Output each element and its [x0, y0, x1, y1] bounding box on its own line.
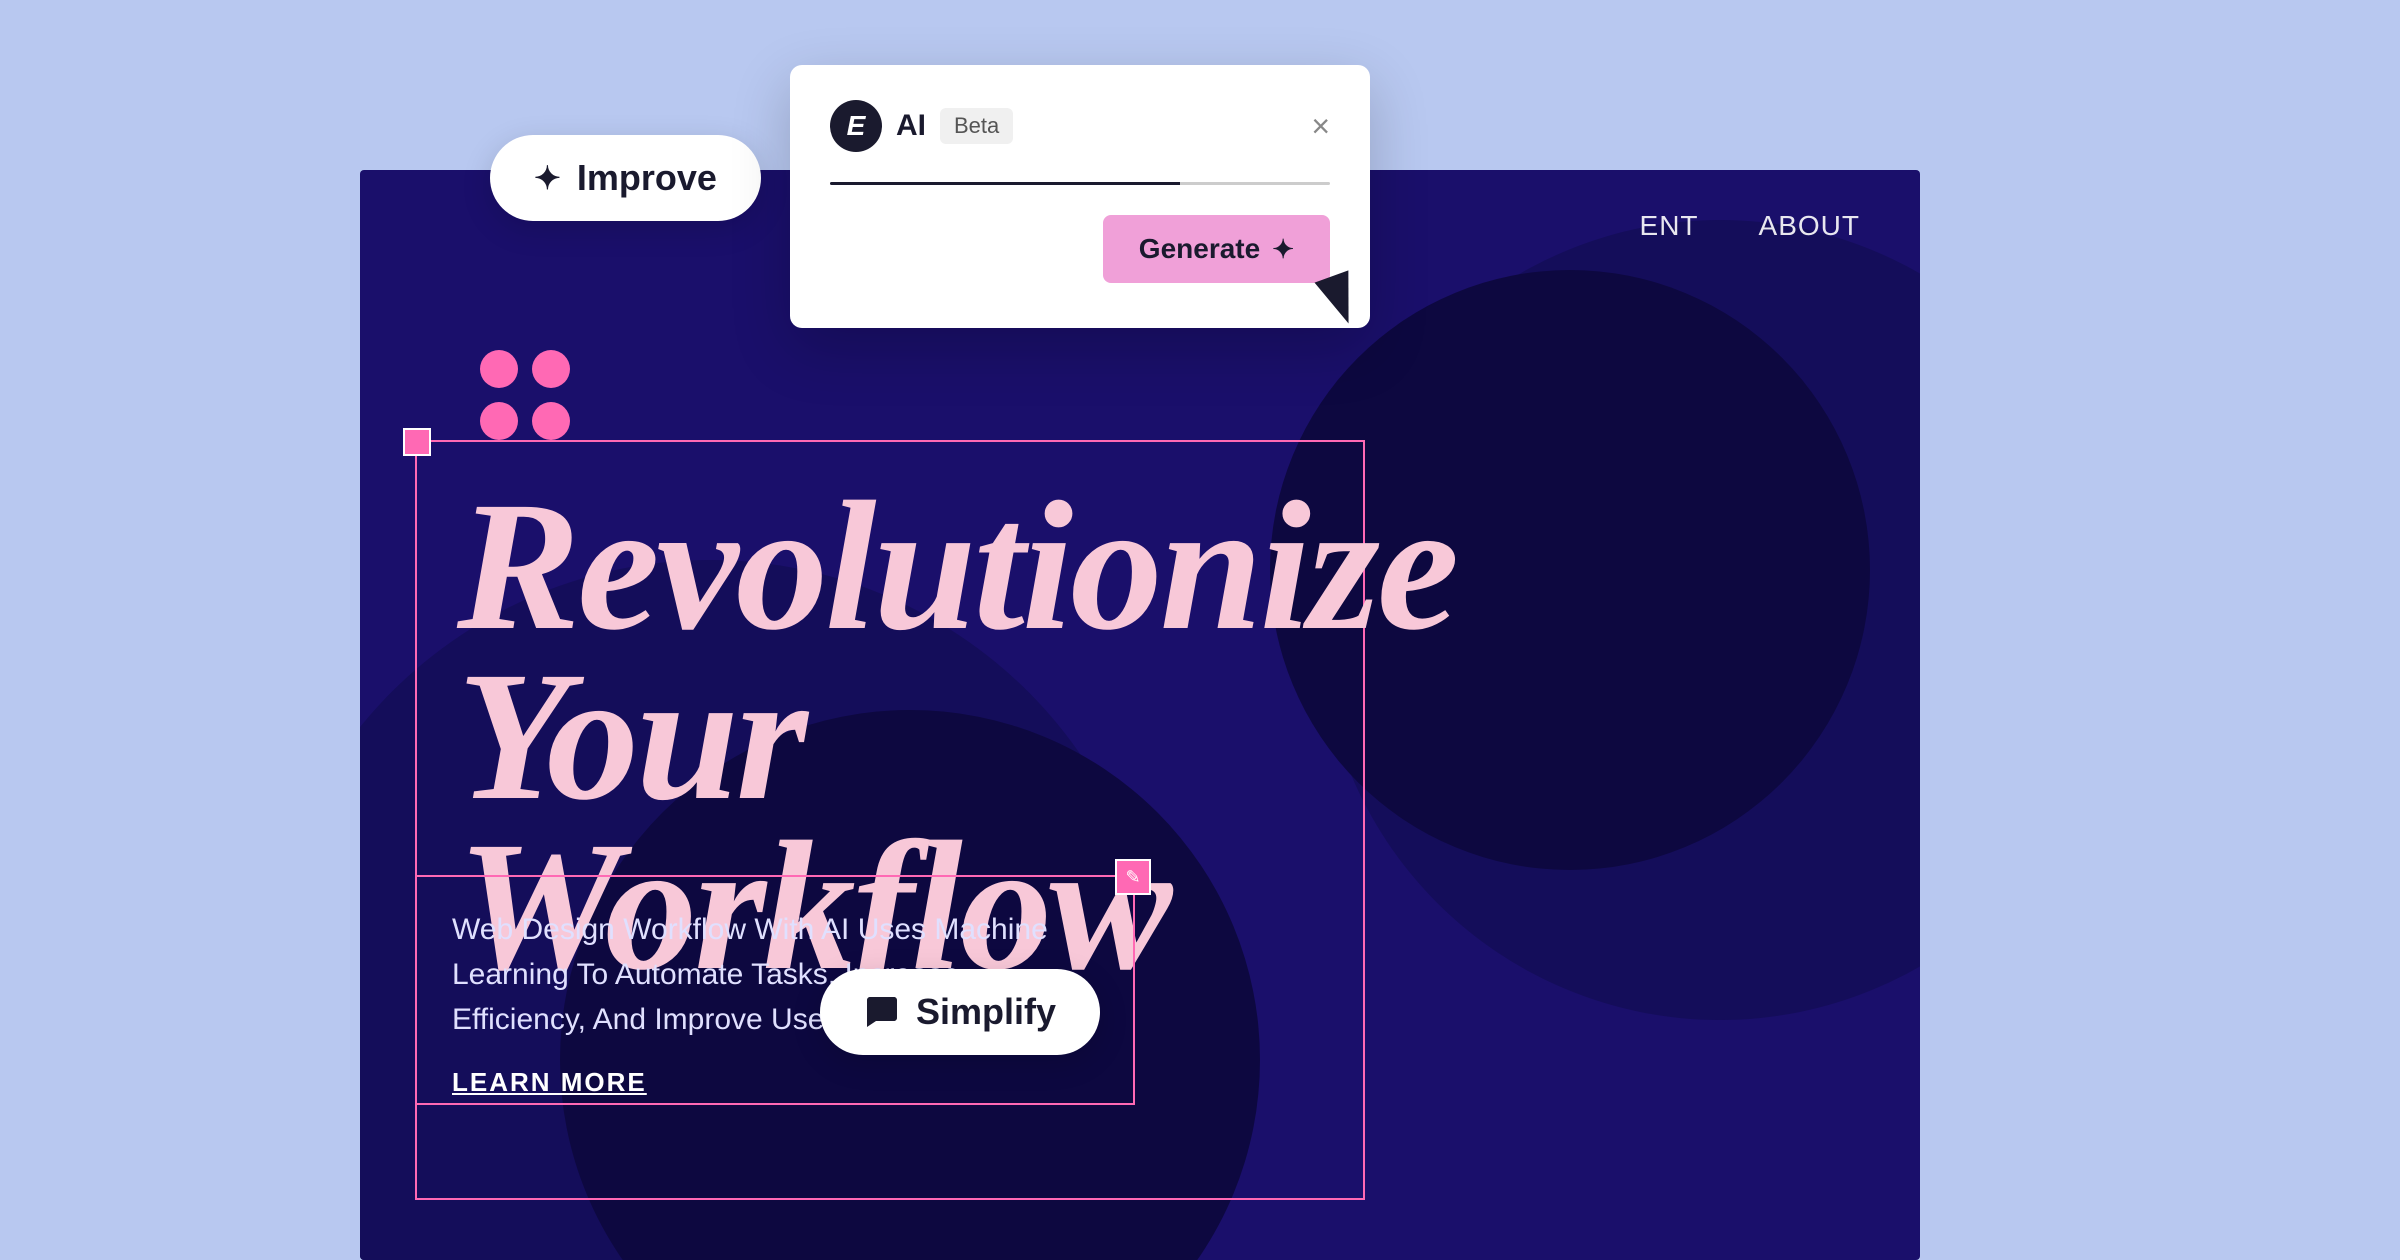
grid-dot-1	[480, 350, 518, 388]
simplify-bubble[interactable]: Simplify	[820, 969, 1100, 1055]
grid-dot-3	[480, 402, 518, 440]
website-panel: ENT ABOUT Revolutionize Your Workflow ✎ …	[360, 170, 1920, 1260]
cursor-arrow	[1315, 270, 1366, 329]
elementor-e-letter: E	[847, 110, 866, 142]
box-marker-icon	[403, 428, 431, 456]
ai-input-line[interactable]	[830, 182, 1330, 185]
beta-badge: Beta	[940, 108, 1013, 144]
elementor-logo: E	[830, 100, 882, 152]
grid-dot-4	[532, 402, 570, 440]
generate-sparkle-icon: ✦	[1272, 234, 1294, 265]
simplify-label: Simplify	[916, 991, 1056, 1033]
generate-button[interactable]: Generate ✦	[1103, 215, 1330, 283]
improve-label: Improve	[577, 157, 717, 199]
grid-decorative-icon	[480, 350, 570, 440]
generate-label: Generate	[1139, 233, 1260, 265]
edit-marker: ✎	[1115, 859, 1151, 895]
pencil-icon: ✎	[1125, 867, 1140, 888]
learn-more-link[interactable]: LEARN MORE	[452, 1067, 1098, 1098]
ai-label: AI	[896, 109, 926, 143]
improve-bubble[interactable]: ✦ Improve	[490, 135, 761, 221]
sparkle-icon: ✦	[534, 159, 561, 197]
ai-panel-header: E AI Beta ×	[830, 100, 1330, 152]
nav-item-ent[interactable]: ENT	[1640, 210, 1699, 242]
close-button[interactable]: ×	[1311, 110, 1330, 142]
ai-panel-logo: E AI Beta	[830, 100, 1013, 152]
ai-panel: E AI Beta × Generate ✦	[790, 65, 1370, 328]
nav-area: ENT ABOUT	[1580, 170, 1920, 282]
grid-dot-2	[532, 350, 570, 388]
nav-item-about[interactable]: ABOUT	[1759, 210, 1860, 242]
chat-icon	[864, 994, 900, 1030]
